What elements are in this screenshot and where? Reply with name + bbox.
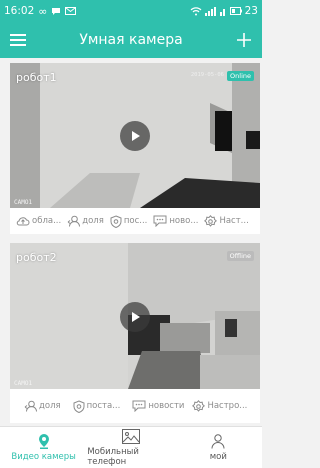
- shield-icon: [110, 214, 122, 228]
- play-icon: [132, 131, 140, 141]
- share-action[interactable]: доля: [24, 400, 61, 412]
- action-label: поста...: [86, 401, 121, 411]
- status-badge: Offline: [226, 251, 254, 261]
- action-label: доля: [82, 216, 104, 226]
- camera-list: робот1 2019-05-06 Online CAMO1 обла... д…: [0, 58, 262, 426]
- action-label: новости: [148, 401, 185, 411]
- cloud-icon: [16, 217, 30, 226]
- nav-cameras[interactable]: Видео камеры: [0, 427, 87, 468]
- bottom-nav: Видео камеры Мобильный телефон мой: [0, 426, 262, 468]
- gear-icon: [204, 214, 218, 227]
- settings-action[interactable]: Настро...: [192, 399, 248, 413]
- status-bar: 16:02 ∞ 23: [0, 0, 262, 22]
- camera-actions: обла... доля пос... ново... Наст...: [10, 208, 260, 234]
- add-camera-button[interactable]: [226, 22, 262, 58]
- play-button[interactable]: [120, 302, 150, 332]
- battery-level: 23: [244, 5, 258, 17]
- shield-icon: [73, 399, 85, 413]
- camera-preview[interactable]: робот1 2019-05-06 Online CAMO1: [10, 63, 260, 208]
- hamburger-icon: [10, 34, 26, 46]
- nav-profile[interactable]: мой: [175, 427, 262, 468]
- camera-card: робот2 Offline CAMO1 доля поста... новос…: [10, 243, 260, 423]
- security-action[interactable]: поста...: [73, 399, 121, 413]
- plus-icon: [237, 33, 251, 47]
- action-label: Наст...: [219, 216, 249, 226]
- person-icon: [211, 433, 225, 449]
- app-bar: Умная камера: [0, 22, 262, 58]
- video-timestamp: 2019-05-06: [190, 72, 224, 78]
- nav-label: Мобильный телефон: [87, 446, 139, 467]
- gallery-icon: [121, 428, 140, 444]
- message-icon: [153, 215, 167, 227]
- message-icon: [132, 400, 146, 412]
- play-icon: [132, 312, 140, 322]
- mail-icon: [65, 7, 77, 15]
- settings-action[interactable]: Наст...: [204, 214, 249, 228]
- camera-label: CAMO1: [14, 380, 33, 387]
- gear-icon: [192, 399, 206, 412]
- status-time: 16:02: [4, 5, 35, 17]
- signal-icon: [204, 6, 216, 16]
- messages-action[interactable]: ново...: [153, 215, 198, 227]
- nav-phone[interactable]: Мобильный телефон: [87, 427, 174, 468]
- play-button[interactable]: [120, 121, 150, 151]
- battery-icon: [229, 7, 242, 15]
- share-action[interactable]: доля: [67, 215, 104, 227]
- camera-name: робот2: [16, 251, 57, 264]
- camera-preview[interactable]: робот2 Offline CAMO1: [10, 243, 260, 389]
- signal-icon: [219, 8, 225, 16]
- action-label: доля: [39, 401, 61, 411]
- messages-action[interactable]: новости: [132, 400, 184, 412]
- camera-label: CAMO1: [14, 199, 33, 206]
- page-title: Умная камера: [79, 32, 183, 48]
- menu-button[interactable]: [0, 22, 36, 58]
- share-user-icon: [67, 215, 81, 227]
- nav-label: мой: [209, 451, 227, 462]
- action-label: пос...: [123, 216, 148, 226]
- camera-name: робот1: [16, 71, 57, 84]
- action-label: Настро...: [207, 401, 248, 411]
- action-label: ново...: [169, 216, 199, 226]
- security-action[interactable]: пос...: [110, 214, 148, 228]
- status-badge: Online: [227, 71, 254, 81]
- camera-card: робот1 2019-05-06 Online CAMO1 обла... д…: [10, 63, 260, 234]
- cloud-action[interactable]: обла...: [16, 215, 61, 227]
- wifi-icon: [190, 6, 202, 15]
- chat-bubble-icon: [52, 7, 61, 15]
- camera-pin-icon: [38, 434, 49, 449]
- infinity-icon: ∞: [38, 4, 48, 18]
- action-label: обла...: [32, 216, 62, 226]
- nav-label: Видео камеры: [11, 452, 76, 462]
- camera-actions: доля поста... новости Настро...: [10, 393, 260, 419]
- share-user-icon: [24, 400, 37, 412]
